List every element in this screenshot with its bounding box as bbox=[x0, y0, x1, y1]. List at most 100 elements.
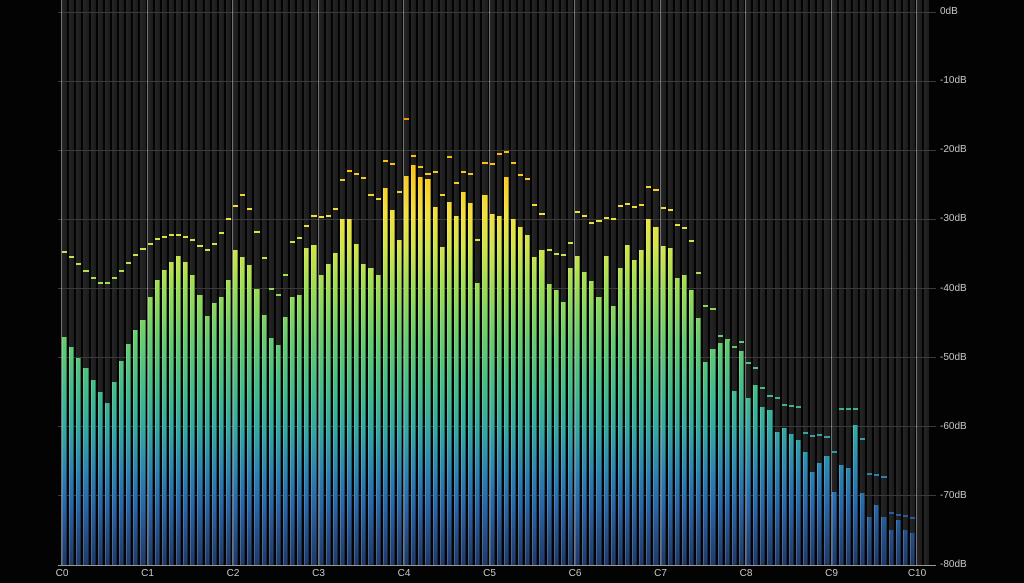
peak-hold-marker bbox=[646, 186, 651, 188]
spectrum-bar bbox=[76, 358, 81, 565]
peak-hold-marker bbox=[703, 305, 708, 307]
spectrum-bar bbox=[83, 368, 88, 565]
spectrum-bar bbox=[682, 275, 687, 565]
octave-gridline bbox=[831, 0, 832, 565]
peak-hold-marker bbox=[725, 339, 730, 341]
peak-hold-marker bbox=[482, 162, 487, 164]
note-axis-label: C3 bbox=[312, 569, 325, 579]
peak-hold-marker bbox=[689, 240, 694, 242]
spectrum-bar bbox=[304, 248, 309, 565]
peak-hold-marker bbox=[732, 346, 737, 348]
peak-hold-marker bbox=[76, 263, 81, 265]
peak-hold-marker bbox=[846, 408, 851, 410]
spectrum-bar bbox=[582, 272, 587, 565]
peak-hold-marker bbox=[133, 254, 138, 256]
semitone-track bbox=[896, 0, 901, 565]
peak-hold-marker bbox=[283, 274, 288, 276]
spectrum-bar bbox=[803, 452, 808, 565]
peak-hold-marker bbox=[354, 173, 359, 175]
spectrum-bar bbox=[197, 295, 202, 565]
peak-hold-marker bbox=[661, 207, 666, 209]
semitone-track bbox=[867, 0, 872, 565]
peak-hold-marker bbox=[525, 178, 530, 180]
peak-hold-marker bbox=[155, 238, 160, 240]
spectrum-bar bbox=[675, 278, 680, 565]
spectrum-bar bbox=[69, 347, 74, 565]
spectrum-bar bbox=[319, 275, 324, 565]
peak-hold-marker bbox=[889, 512, 894, 514]
spectrum-bar bbox=[283, 317, 288, 565]
spectrum-bar bbox=[853, 425, 858, 565]
peak-hold-marker bbox=[226, 218, 231, 220]
peak-hold-marker bbox=[297, 237, 302, 239]
db-axis-label: -40dB bbox=[940, 284, 967, 294]
peak-hold-marker bbox=[853, 408, 858, 410]
db-axis-label: -50dB bbox=[940, 353, 967, 363]
peak-hold-marker bbox=[532, 204, 537, 206]
db-axis-label: -30dB bbox=[940, 214, 967, 224]
spectrum-bar bbox=[817, 463, 822, 565]
note-axis-label: C8 bbox=[740, 569, 753, 579]
semitone-track bbox=[832, 0, 837, 565]
peak-hold-marker bbox=[767, 395, 772, 397]
spectrum-bar bbox=[190, 275, 195, 565]
peak-hold-marker bbox=[269, 288, 274, 290]
spectrum-bar bbox=[518, 227, 523, 565]
spectrum-bar bbox=[390, 210, 395, 565]
peak-hold-marker bbox=[632, 206, 637, 208]
note-axis-label: C10 bbox=[908, 569, 926, 579]
spectrum-bar bbox=[162, 270, 167, 565]
peak-hold-marker bbox=[190, 239, 195, 241]
peak-hold-marker bbox=[596, 220, 601, 222]
spectrum-bar bbox=[497, 216, 502, 565]
peak-hold-marker bbox=[810, 435, 815, 437]
spectrum-bar bbox=[404, 176, 409, 565]
peak-hold-marker bbox=[475, 239, 480, 241]
peak-hold-marker bbox=[361, 177, 366, 179]
spectrum-bar bbox=[632, 260, 637, 565]
peak-hold-marker bbox=[910, 517, 915, 519]
peak-hold-marker bbox=[518, 174, 523, 176]
spectrum-bar bbox=[254, 289, 259, 566]
spectrum-analyzer-display[interactable]: 0dB-10dB-20dB-30dB-40dB-50dB-60dB-70dB-8… bbox=[0, 0, 1024, 583]
peak-hold-marker bbox=[789, 405, 794, 407]
semitone-track bbox=[910, 0, 915, 565]
peak-hold-marker bbox=[105, 282, 110, 284]
peak-hold-marker bbox=[782, 404, 787, 406]
spectrum-bar bbox=[832, 492, 837, 565]
peak-hold-marker bbox=[140, 248, 145, 250]
note-axis-label: C4 bbox=[398, 569, 411, 579]
spectrum-bar bbox=[646, 219, 651, 565]
peak-hold-marker bbox=[639, 204, 644, 206]
spectrum-bar bbox=[347, 219, 352, 565]
peak-hold-marker bbox=[83, 270, 88, 272]
db-gridline bbox=[58, 81, 936, 82]
spectrum-bar bbox=[896, 520, 901, 565]
spectrum-bar bbox=[133, 330, 138, 565]
peak-hold-marker bbox=[91, 277, 96, 279]
spectrum-bar bbox=[468, 203, 473, 565]
peak-hold-marker bbox=[454, 182, 459, 184]
spectrum-bar bbox=[183, 262, 188, 565]
spectrum-bar bbox=[311, 245, 316, 565]
spectrum-bar bbox=[618, 268, 623, 565]
semitone-track bbox=[881, 0, 886, 565]
spectrum-bar bbox=[689, 290, 694, 565]
peak-hold-marker bbox=[618, 205, 623, 207]
peak-hold-marker bbox=[604, 217, 609, 219]
spectrum-bar bbox=[262, 315, 267, 565]
spectrum-bar bbox=[212, 303, 217, 565]
peak-hold-marker bbox=[739, 341, 744, 343]
peak-hold-marker bbox=[397, 191, 402, 193]
peak-hold-marker bbox=[625, 203, 630, 205]
spectrum-bar bbox=[240, 257, 245, 565]
peak-hold-marker bbox=[176, 234, 181, 236]
spectrum-bar bbox=[874, 505, 879, 565]
peak-hold-marker bbox=[775, 397, 780, 399]
db-axis-label: -60dB bbox=[940, 422, 967, 432]
peak-hold-marker bbox=[504, 151, 509, 153]
note-axis-label: C7 bbox=[654, 569, 667, 579]
semitone-track bbox=[874, 0, 879, 565]
peak-hold-marker bbox=[276, 294, 281, 296]
peak-hold-marker bbox=[874, 474, 879, 476]
